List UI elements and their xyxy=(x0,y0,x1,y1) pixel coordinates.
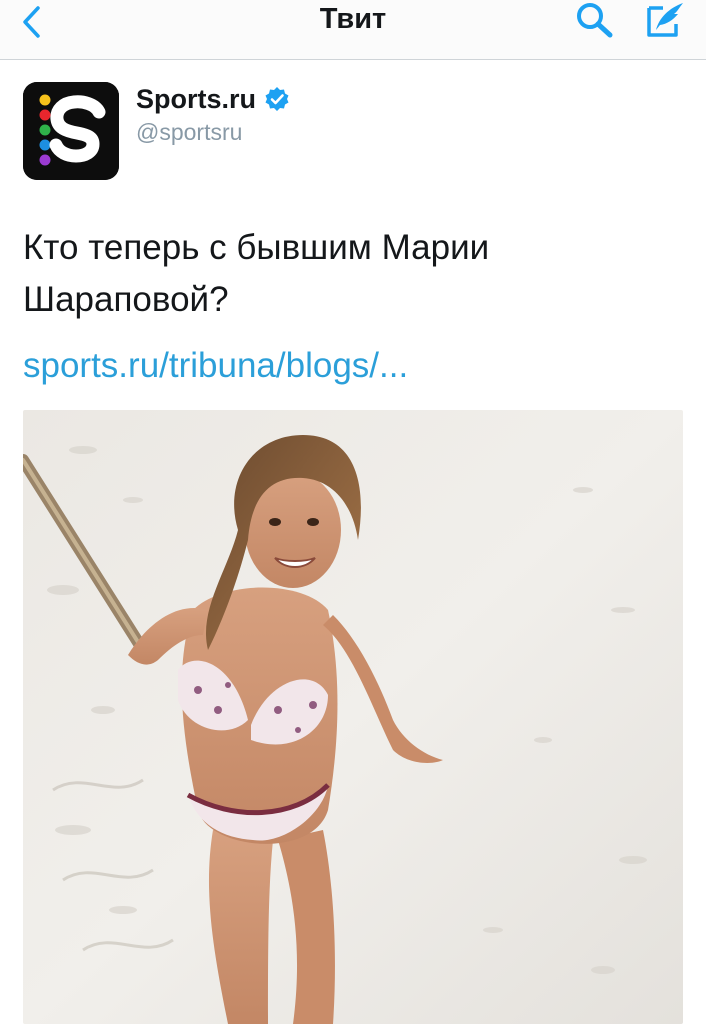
author-name-text: Sports.ru xyxy=(136,84,257,114)
search-icon xyxy=(577,3,613,38)
compose-tweet-button[interactable] xyxy=(640,0,690,40)
author-name[interactable]: Sports.ru xyxy=(136,84,290,114)
author-handle[interactable]: @sportsru xyxy=(136,118,242,146)
sports-ru-logo-icon xyxy=(23,82,119,180)
tweet-link[interactable]: sports.ru/tribuna/blogs/... xyxy=(23,340,408,392)
navigation-bar: Твит xyxy=(0,0,706,60)
tweet-text: Кто теперь с бывшим Марии Шараповой? xyxy=(23,228,490,319)
beach-selfie-photo-icon xyxy=(23,410,683,1024)
search-button[interactable] xyxy=(572,0,618,40)
author-avatar[interactable] xyxy=(23,82,119,180)
verified-badge-icon xyxy=(265,87,289,111)
tweet-photo[interactable] xyxy=(23,410,683,1024)
compose-tweet-icon xyxy=(647,3,683,37)
